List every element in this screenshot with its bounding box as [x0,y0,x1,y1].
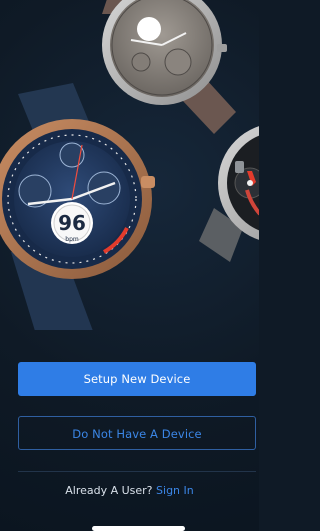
signin-row: Already A User? Sign In [0,484,259,497]
section-divider [18,471,256,472]
silver-watch [199,126,259,262]
no-device-button[interactable]: Do Not Have A Device [18,416,256,450]
smartwatch-hero-image: 96 bpm [0,0,259,330]
onboarding-screen: 96 bpm Setup New Device Do Not Have A De… [0,0,259,531]
grey-watch [102,0,236,134]
heart-rate-unit: bpm [65,236,79,243]
sign-in-link[interactable]: Sign In [156,484,194,497]
heart-rate-value: 96 [58,211,86,235]
setup-new-device-button[interactable]: Setup New Device [18,362,256,396]
already-user-prompt: Already A User? [65,484,153,497]
home-indicator[interactable] [92,526,185,531]
blue-watch: 96 bpm [0,83,155,330]
